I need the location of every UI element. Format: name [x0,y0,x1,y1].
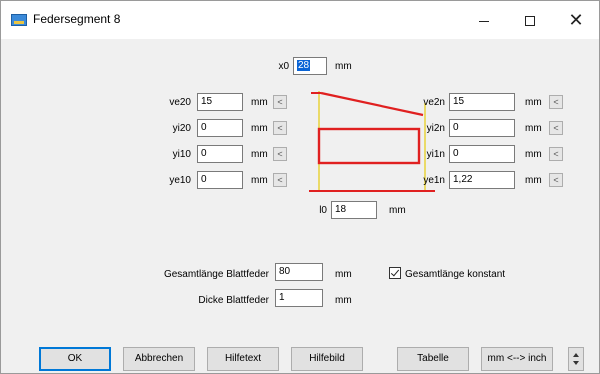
ve2n-arrow-button[interactable]: < [549,95,563,109]
yi10-arrow-button[interactable]: < [273,147,287,161]
x0-input[interactable]: 28 [293,57,327,75]
segment-rectangle [317,127,421,165]
ve20-input[interactable]: 15 [197,93,243,111]
yi2n-input[interactable]: 0 [449,119,515,137]
x0-unit: mm [335,61,352,72]
ye1n-input[interactable]: 1,22 [449,171,515,189]
yi10-input[interactable]: 0 [197,145,243,163]
ye1n-unit: mm [525,175,542,186]
dicke-label: Dicke Blattfeder [198,295,269,306]
minimize-button[interactable] [461,1,507,39]
gesamtlaenge-unit: mm [335,269,352,280]
ye10-input[interactable]: 0 [197,171,243,189]
yi20-arrow-button[interactable]: < [273,121,287,135]
l0-unit: mm [389,205,406,216]
x0-value: 28 [297,60,311,71]
dicke-input[interactable]: 1 [275,289,323,307]
ve20-label: ve20 [169,97,191,108]
dialog-window: Federsegment 8 ✕ x0 28 mm ve20 15 mm < y… [0,0,600,374]
yi20-unit: mm [251,123,268,134]
yi10-label: yi10 [172,149,191,160]
window-title: Federsegment 8 [33,12,121,26]
x0-label: x0 [278,61,289,72]
ve2n-input[interactable]: 15 [449,93,515,111]
close-icon: ✕ [568,10,584,30]
ye10-label: ye10 [169,175,191,186]
hilfebild-button[interactable]: Hilfebild [291,347,363,371]
yi20-input[interactable]: 0 [197,119,243,137]
yi2n-label: yi2n [426,123,445,134]
yi1n-unit: mm [525,149,542,160]
ve20-arrow-button[interactable]: < [273,95,287,109]
ye10-arrow-button[interactable]: < [273,173,287,187]
scroll-spinner[interactable] [568,347,584,371]
yi1n-input[interactable]: 0 [449,145,515,163]
abbrechen-button[interactable]: Abbrechen [123,347,195,371]
minimize-icon [479,20,489,22]
spin-down-icon[interactable] [573,361,579,365]
ve2n-unit: mm [525,97,542,108]
l0-label: l0 [319,205,327,216]
gesamtlaenge-input[interactable]: 80 [275,263,323,281]
dicke-unit: mm [335,295,352,306]
ye1n-arrow-button[interactable]: < [549,173,563,187]
ye1n-label: ye1n [423,175,445,186]
gesamtlaenge-konstant-label: Gesamtlänge konstant [405,269,506,280]
tabelle-button[interactable]: Tabelle [397,347,469,371]
ve2n-label: ve2n [423,97,445,108]
maximize-button[interactable] [507,1,553,39]
yi10-unit: mm [251,149,268,160]
app-icon [11,14,27,26]
title-bar[interactable]: Federsegment 8 ✕ [1,1,599,39]
close-button[interactable]: ✕ [553,1,599,39]
yi1n-arrow-button[interactable]: < [549,147,563,161]
gesamtlaenge-label: Gesamtlänge Blattfeder [163,269,269,280]
mm-inch-toggle-button[interactable]: mm <--> inch [481,347,553,371]
spin-up-icon[interactable] [573,353,579,357]
ve20-unit: mm [251,97,268,108]
maximize-icon [525,16,535,27]
gesamtlaenge-konstant-checkbox[interactable] [389,267,401,279]
hilfetext-button[interactable]: Hilfetext [207,347,279,371]
ye10-unit: mm [251,175,268,186]
yi20-label: yi20 [172,123,191,134]
l0-input[interactable]: 18 [331,201,377,219]
yi1n-label: yi1n [426,149,445,160]
ok-button[interactable]: OK [39,347,111,371]
upper-edge-line [320,91,424,117]
yi2n-arrow-button[interactable]: < [549,121,563,135]
yi2n-unit: mm [525,123,542,134]
spring-segment-drawing [309,91,435,192]
